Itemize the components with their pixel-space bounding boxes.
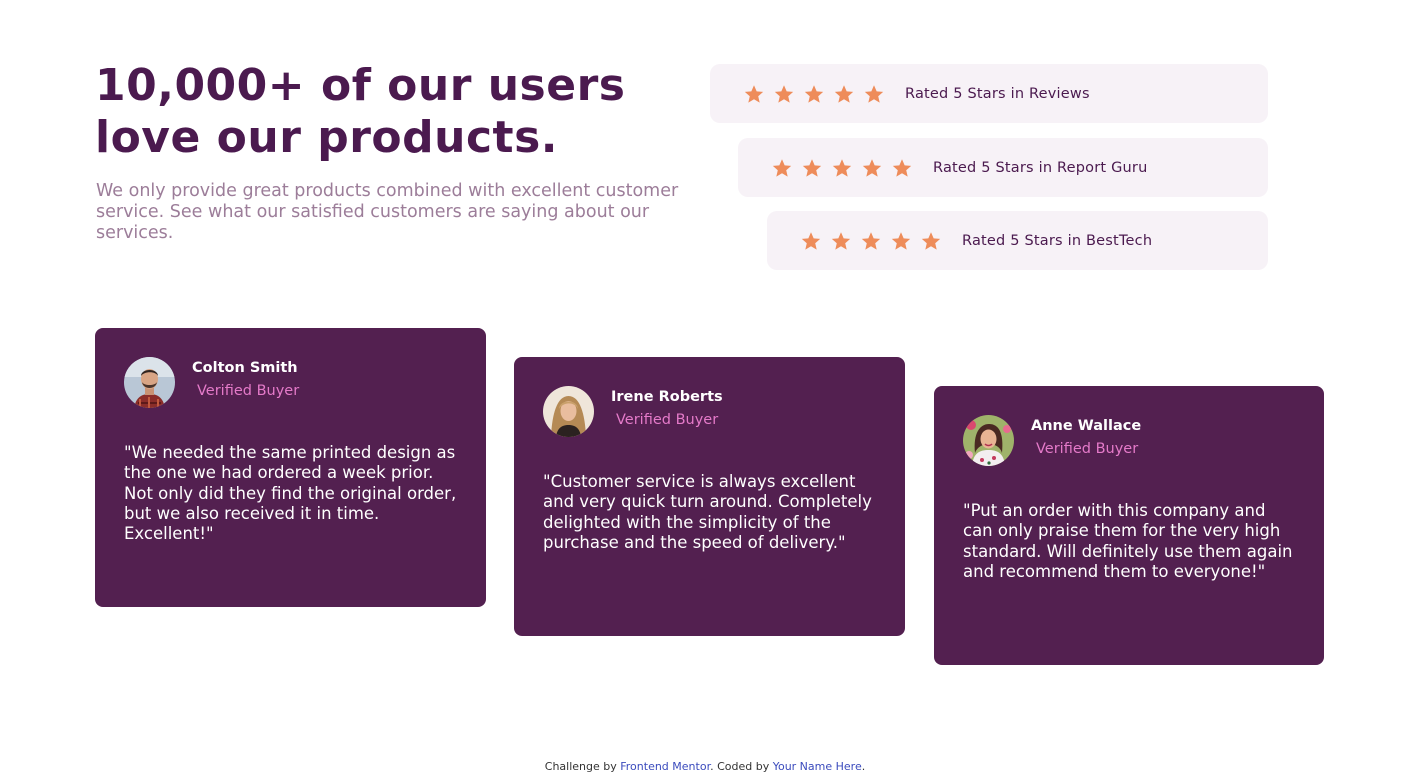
reviewer-name: Irene Roberts — [611, 389, 723, 405]
rating-label: Rated 5 Stars in BestTech — [962, 232, 1153, 249]
testimonial-header: Colton Smith Verified Buyer — [124, 357, 457, 409]
star-rating — [743, 83, 885, 105]
star-icon — [744, 84, 764, 103]
star-icon — [832, 158, 852, 177]
testimonial-header: Irene Roberts Verified Buyer — [543, 386, 876, 438]
testimonial-card: Colton Smith Verified Buyer "We needed t… — [95, 328, 486, 607]
testimonial-quote: "Put an order with this company and can … — [963, 501, 1293, 581]
avatar — [124, 357, 175, 408]
star-icon — [862, 158, 882, 177]
page-title: 10,000+ of our users love our products. — [95, 60, 626, 163]
verified-badge: Verified Buyer — [1036, 441, 1139, 457]
testimonial-card: Anne Wallace Verified Buyer "Put an orde… — [934, 386, 1324, 665]
verified-badge: Verified Buyer — [197, 383, 300, 399]
star-rating — [771, 157, 913, 179]
rating-label: Rated 5 Stars in Report Guru — [933, 159, 1148, 176]
reviewer-info: Colton Smith Verified Buyer — [192, 357, 299, 400]
verified-badge: Verified Buyer — [616, 412, 719, 428]
star-icon — [801, 231, 821, 250]
star-icon — [834, 84, 854, 103]
star-icon — [864, 84, 884, 103]
avatar-portrait-icon — [124, 357, 175, 408]
testimonial-quote: "Customer service is always excellent an… — [543, 472, 872, 552]
avatar-portrait-icon — [543, 386, 594, 437]
avatar — [963, 415, 1014, 466]
page-intro-text: We only provide great products combined … — [96, 181, 679, 243]
testimonial-card: Irene Roberts Verified Buyer "Customer s… — [514, 357, 905, 636]
star-icon — [772, 158, 792, 177]
rating-report-guru: Rated 5 Stars in Report Guru — [738, 138, 1268, 197]
reviewer-info: Anne Wallace Verified Buyer — [1031, 415, 1141, 458]
rating-label: Rated 5 Stars in Reviews — [905, 85, 1090, 102]
star-rating — [800, 230, 942, 252]
avatar — [543, 386, 594, 437]
reviewer-name: Anne Wallace — [1031, 418, 1142, 434]
star-icon — [774, 84, 794, 103]
star-icon — [891, 231, 911, 250]
star-icon — [804, 84, 824, 103]
star-icon — [831, 231, 851, 250]
star-icon — [921, 231, 941, 250]
star-icon — [802, 158, 822, 177]
avatar-portrait-icon — [963, 415, 1014, 466]
rating-reviews: Rated 5 Stars in Reviews — [710, 64, 1268, 123]
star-icon — [861, 231, 881, 250]
testimonial-header: Anne Wallace Verified Buyer — [963, 415, 1295, 467]
star-icon — [892, 158, 912, 177]
rating-besttech: Rated 5 Stars in BestTech — [767, 211, 1268, 270]
reviewer-info: Irene Roberts Verified Buyer — [611, 386, 723, 429]
testimonial-quote: "We needed the same printed design as th… — [124, 443, 457, 544]
attribution: Challenge by Frontend Mentor. Coded by Y… — [0, 760, 1410, 774]
reviewer-name: Colton Smith — [192, 360, 298, 376]
